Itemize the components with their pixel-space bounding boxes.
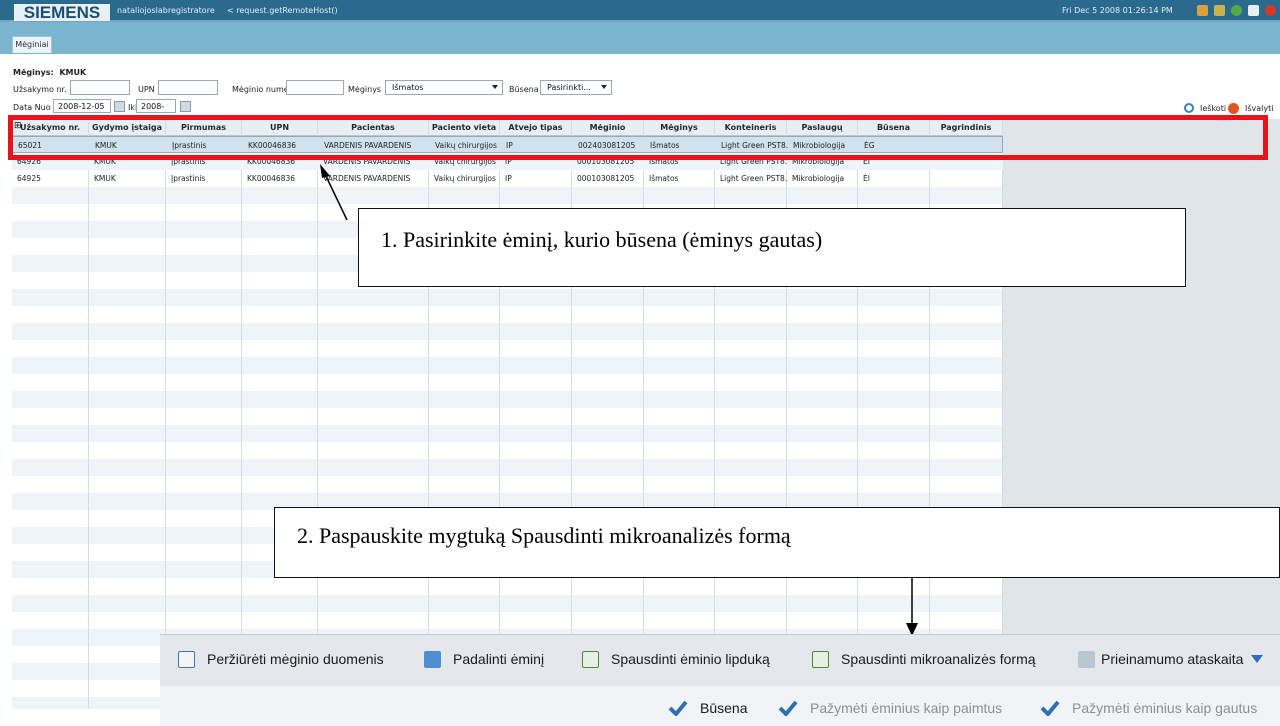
report-icon	[1078, 650, 1095, 668]
print-label-button[interactable]: Spausdinti ėminio lipduką	[582, 647, 770, 671]
print-microanalysis-button[interactable]: Spausdinti mikroanalizės formą	[812, 647, 1036, 671]
checkmark-icon	[668, 700, 688, 716]
print-doc-icon	[582, 650, 599, 668]
arrow-head-1	[320, 164, 330, 178]
mark-received-button[interactable]: Pažymėti ėminius kaip gautus	[1040, 700, 1257, 716]
annotation-arrows	[320, 164, 918, 636]
availability-report-button[interactable]: Prieinamumo ataskaita	[1078, 647, 1264, 671]
split-icon	[424, 650, 441, 668]
print-doc-icon	[812, 650, 829, 668]
split-sample-button[interactable]: Padalinti ėminį	[424, 647, 544, 671]
action-toolbar: Peržiūrėti mėginio duomenis Padalinti ėm…	[160, 634, 1280, 686]
arrow-line-1	[323, 171, 348, 221]
status-bar: Būsena Pažymėti ėminius kaip paimtus Paž…	[160, 686, 1280, 726]
callout-step-2: 2. Paspauskite mygtuką Spausdinti mikroa…	[274, 507, 1280, 578]
checkmark-icon	[778, 700, 798, 716]
view-sample-button[interactable]: Peržiūrėti mėginio duomenis	[178, 647, 384, 671]
status-button[interactable]: Būsena	[668, 700, 747, 716]
mark-taken-button[interactable]: Pažymėti ėminius kaip paimtus	[778, 700, 1002, 716]
checkmark-icon	[1040, 700, 1060, 716]
chevron-down-icon[interactable]	[1251, 655, 1264, 663]
magnifier-doc-icon	[178, 650, 195, 668]
callout-step-1: 1. Pasirinkite ėminį, kurio būsena (ėmin…	[358, 208, 1186, 287]
